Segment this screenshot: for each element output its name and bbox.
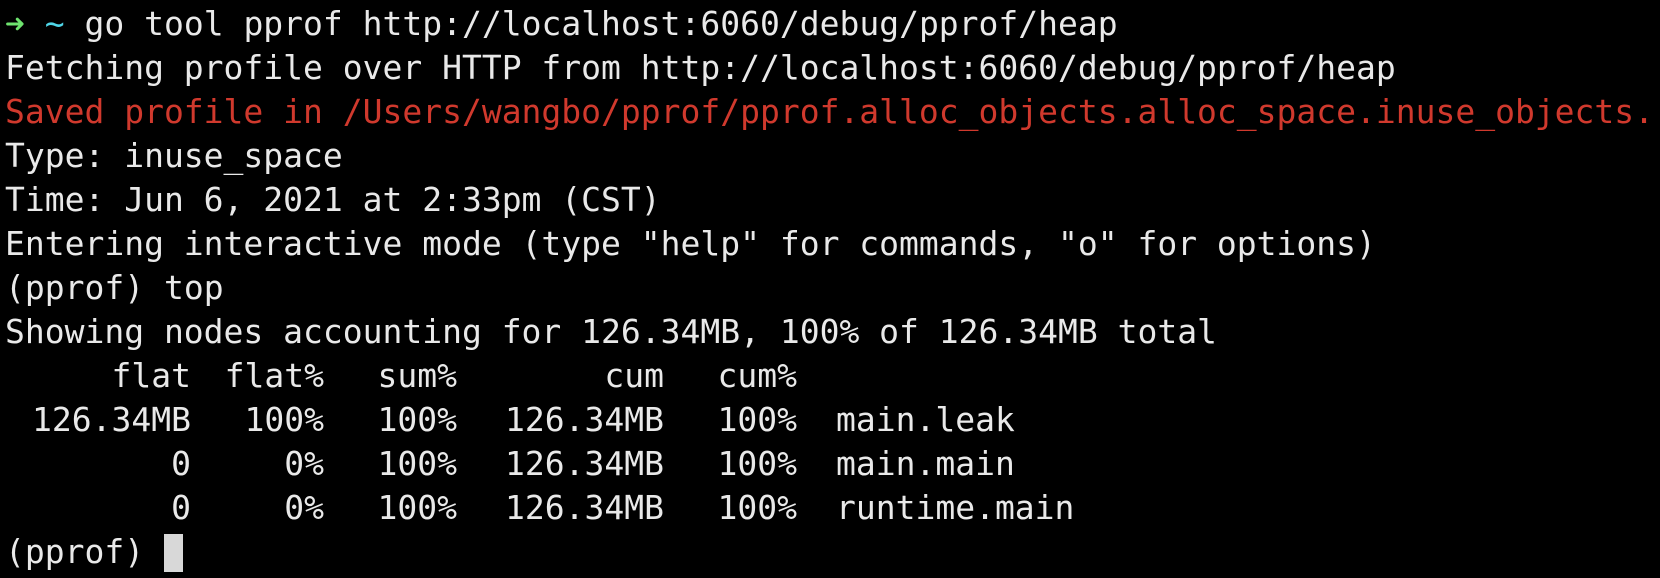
- cell-cum-pct: 100%: [717, 444, 797, 483]
- header-cum-pct: cum%: [717, 356, 797, 395]
- cell-cum: 126.34MB: [505, 488, 664, 527]
- cell-sum-pct: 100%: [377, 488, 457, 527]
- header-sum-pct: sum%: [377, 356, 457, 395]
- text-cursor[interactable]: [163, 534, 183, 572]
- command-text: go tool pprof http://localhost:6060/debu…: [84, 4, 1118, 43]
- cell-function: runtime.main: [836, 488, 1075, 527]
- cell-function: main.leak: [836, 400, 1015, 439]
- header-flat: flat: [111, 356, 191, 395]
- cell-flat-pct: 0%: [284, 488, 324, 527]
- cell-sum-pct: 100%: [377, 400, 457, 439]
- table-row: 0 0% 100% 126.34MB 100% runtime.main: [5, 486, 1660, 530]
- saved-profile-line: Saved profile in /Users/wangbo/pprof/ppr…: [5, 92, 1655, 131]
- pprof-top-line: (pprof) top: [5, 266, 1660, 310]
- cell-flat: 126.34MB: [32, 400, 191, 439]
- header-flat-pct: flat%: [224, 356, 324, 395]
- header-cum: cum: [604, 356, 664, 395]
- top-command: top: [163, 268, 224, 307]
- cell-flat-pct: 100%: [244, 400, 324, 439]
- cell-flat: 0: [171, 488, 191, 527]
- cell-cum: 126.34MB: [505, 400, 664, 439]
- input-line[interactable]: (pprof): [5, 530, 1660, 574]
- cell-cum-pct: 100%: [717, 488, 797, 527]
- cell-flat-pct: 0%: [284, 444, 324, 483]
- table-header: flat flat% sum% cum cum%: [5, 354, 1660, 398]
- terminal-window[interactable]: ➜ ~ go tool pprof http://localhost:6060/…: [0, 0, 1660, 578]
- interactive-mode-line: Entering interactive mode (type "help" f…: [5, 224, 1376, 263]
- cell-flat: 0: [171, 444, 191, 483]
- cell-cum: 126.34MB: [505, 444, 664, 483]
- cell-sum-pct: 100%: [377, 444, 457, 483]
- table-row: 0 0% 100% 126.34MB 100% main.main: [5, 442, 1660, 486]
- prompt-directory: ~: [44, 4, 65, 43]
- prompt-arrow-icon: ➜: [5, 4, 25, 43]
- table-row: 126.34MB 100% 100% 126.34MB 100% main.leak: [5, 398, 1660, 442]
- cell-function: main.main: [836, 444, 1015, 483]
- type-line: Type: inuse_space: [5, 136, 343, 175]
- command-line: ➜ ~ go tool pprof http://localhost:6060/…: [5, 2, 1660, 46]
- cell-cum-pct: 100%: [717, 400, 797, 439]
- summary-line: Showing nodes accounting for 126.34MB, 1…: [5, 312, 1217, 351]
- fetching-line: Fetching profile over HTTP from http://l…: [5, 48, 1396, 87]
- time-line: Time: Jun 6, 2021 at 2:33pm (CST): [5, 180, 661, 219]
- pprof-prompt: (pprof): [5, 532, 145, 571]
- pprof-prompt: (pprof): [5, 268, 145, 307]
